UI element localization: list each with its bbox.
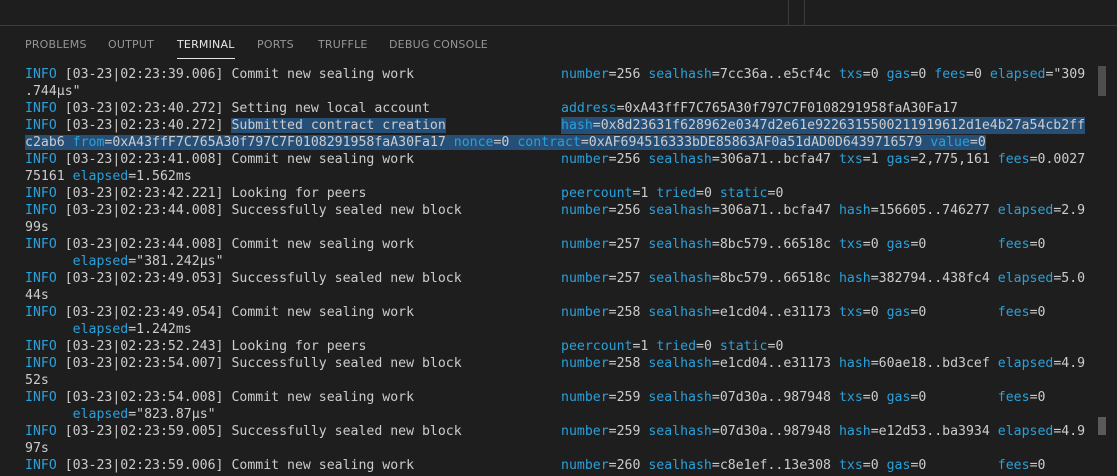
- log-fields: number=256 sealhash=306a71..bcfa47 txs=1…: [561, 152, 1086, 167]
- log-fields: number=259 sealhash=07d30a..987948 hash=…: [561, 424, 1086, 439]
- log-continuation: 44s: [25, 288, 49, 303]
- log-message: Successfully sealed new block: [231, 271, 462, 286]
- log-continuation: 99s: [25, 220, 49, 235]
- log-message: Commit new sealing work: [231, 390, 415, 405]
- log-level: INFO: [25, 339, 57, 354]
- log-level: INFO: [25, 305, 57, 320]
- log-continuation: .744µs": [25, 84, 81, 99]
- log-fields: hash=0x8d23631f628962e0347d2e61e92263155…: [561, 117, 1086, 134]
- terminal-line: elapsed="823.87µs": [25, 406, 1089, 423]
- terminal-line: INFO [03-23|02:23:54.007] Successfully s…: [25, 356, 1086, 371]
- terminal-line: INFO [03-23|02:23:42.221] Looking for pe…: [25, 186, 784, 201]
- terminal-line: INFO [03-23|02:23:59.006] Commit new sea…: [25, 458, 1046, 473]
- log-level: INFO: [25, 118, 57, 133]
- log-level: INFO: [25, 203, 57, 218]
- log-message: Commit new sealing work: [231, 152, 415, 167]
- editor-area-top: [0, 0, 1117, 25]
- terminal-line: 75161 elapsed=1.562ms: [25, 168, 1089, 185]
- log-fields: peercount=1 tried=0 static=0: [561, 339, 784, 354]
- tab-terminal[interactable]: TERMINAL: [177, 38, 235, 59]
- editor-divider[interactable]: [788, 0, 789, 25]
- terminal-line: INFO [03-23|02:23:54.008] Commit new sea…: [25, 390, 1046, 405]
- terminal-line: INFO [03-23|02:23:44.008] Commit new sea…: [25, 237, 1046, 252]
- log-message: Commit new sealing work: [231, 67, 415, 82]
- tab-ports[interactable]: PORTS: [257, 38, 294, 51]
- log-fields: peercount=1 tried=0 static=0: [561, 186, 784, 201]
- terminal-overview-marker: [1098, 66, 1106, 96]
- log-fields: number=257 sealhash=8bc579..66518c txs=0…: [561, 237, 1046, 252]
- log-message: Commit new sealing work: [231, 237, 415, 252]
- log-level: INFO: [25, 390, 57, 405]
- log-continuation: elapsed="823.87µs": [72, 407, 216, 422]
- log-level: INFO: [25, 356, 57, 371]
- log-message: Looking for peers: [231, 186, 367, 201]
- log-continuation: elapsed=1.242ms: [72, 322, 192, 337]
- terminal-line: elapsed="381.242µs": [25, 253, 1089, 270]
- terminal-line: .744µs": [25, 83, 1089, 100]
- log-level: INFO: [25, 424, 57, 439]
- terminal-line: INFO [03-23|02:23:49.054] Commit new sea…: [25, 305, 1046, 320]
- log-fields: number=256 sealhash=7cc36a..e5cf4c txs=0…: [561, 67, 1086, 82]
- terminal-line: 97s: [25, 440, 1089, 457]
- log-fields: number=258 sealhash=e1cd04..e31173 txs=0…: [561, 305, 1046, 320]
- tab-output[interactable]: OUTPUT: [108, 38, 154, 51]
- terminal-scrollbar-thumb[interactable]: [1098, 417, 1106, 435]
- log-continuation: 75161 elapsed=1.562ms: [25, 169, 192, 184]
- log-fields: number=259 sealhash=07d30a..987948 txs=0…: [561, 390, 1046, 405]
- terminal-line: INFO [03-23|02:23:52.243] Looking for pe…: [25, 339, 784, 354]
- log-message: Successfully sealed new block: [231, 356, 462, 371]
- log-message: Commit new sealing work: [231, 305, 415, 320]
- terminal-line: 44s: [25, 287, 1089, 304]
- editor-divider[interactable]: [804, 0, 805, 25]
- log-level: INFO: [25, 237, 57, 252]
- terminal-line: 52s: [25, 372, 1089, 389]
- log-fields: number=256 sealhash=306a71..bcfa47 hash=…: [561, 203, 1086, 218]
- log-fields: number=258 sealhash=e1cd04..e31173 hash=…: [561, 356, 1086, 371]
- panel-tabs: PROBLEMS OUTPUT TERMINAL PORTS TRUFFLE D…: [0, 26, 1117, 62]
- log-continuation: c2ab6 from=0xA43ffF7C765A30f797C7F010829…: [25, 135, 986, 150]
- tab-problems[interactable]: PROBLEMS: [25, 38, 87, 51]
- log-continuation: 52s: [25, 373, 49, 388]
- log-continuation: 97s: [25, 441, 49, 456]
- log-message: Successfully sealed new block: [231, 424, 462, 439]
- log-message: Setting new local account: [231, 101, 430, 116]
- terminal-line: INFO [03-23|02:23:49.053] Successfully s…: [25, 271, 1086, 286]
- terminal-line: INFO [03-23|02:23:44.008] Successfully s…: [25, 203, 1086, 218]
- log-message: Successfully sealed new block: [231, 203, 462, 218]
- tab-truffle[interactable]: TRUFFLE: [318, 38, 368, 51]
- tab-debug-console[interactable]: DEBUG CONSOLE: [389, 38, 488, 51]
- terminal-line: INFO [03-23|02:23:39.006] Commit new sea…: [25, 67, 1086, 82]
- terminal-line: c2ab6 from=0xA43ffF7C765A30f797C7F010829…: [25, 134, 1089, 151]
- log-level: INFO: [25, 67, 57, 82]
- log-level: INFO: [25, 152, 57, 167]
- log-level: INFO: [25, 186, 57, 201]
- log-fields: address=0xA43ffF7C765A30f797C7F010829195…: [561, 101, 958, 116]
- terminal-line: INFO [03-23|02:23:40.272] Setting new lo…: [25, 101, 958, 116]
- log-fields: number=260 sealhash=c8e1ef..13e308 txs=0…: [561, 458, 1046, 473]
- terminal-line: elapsed=1.242ms: [25, 321, 1089, 338]
- terminal-output[interactable]: INFO [03-23|02:23:39.006] Commit new sea…: [25, 66, 1089, 476]
- log-message: Commit new sealing work: [231, 458, 415, 473]
- log-level: INFO: [25, 271, 57, 286]
- terminal-line: INFO [03-23|02:23:41.008] Commit new sea…: [25, 152, 1086, 167]
- log-message: Submitted contract creation: [231, 118, 446, 133]
- terminal-line: INFO [03-23|02:23:59.005] Successfully s…: [25, 424, 1086, 439]
- terminal-line: 99s: [25, 219, 1089, 236]
- log-fields: number=257 sealhash=8bc579..66518c hash=…: [561, 271, 1086, 286]
- log-message: Looking for peers: [231, 339, 367, 354]
- log-continuation: elapsed="381.242µs": [72, 254, 224, 269]
- log-level: INFO: [25, 458, 57, 473]
- log-level: INFO: [25, 101, 57, 116]
- terminal-line: INFO [03-23|02:23:40.272] Submitted cont…: [25, 117, 1086, 134]
